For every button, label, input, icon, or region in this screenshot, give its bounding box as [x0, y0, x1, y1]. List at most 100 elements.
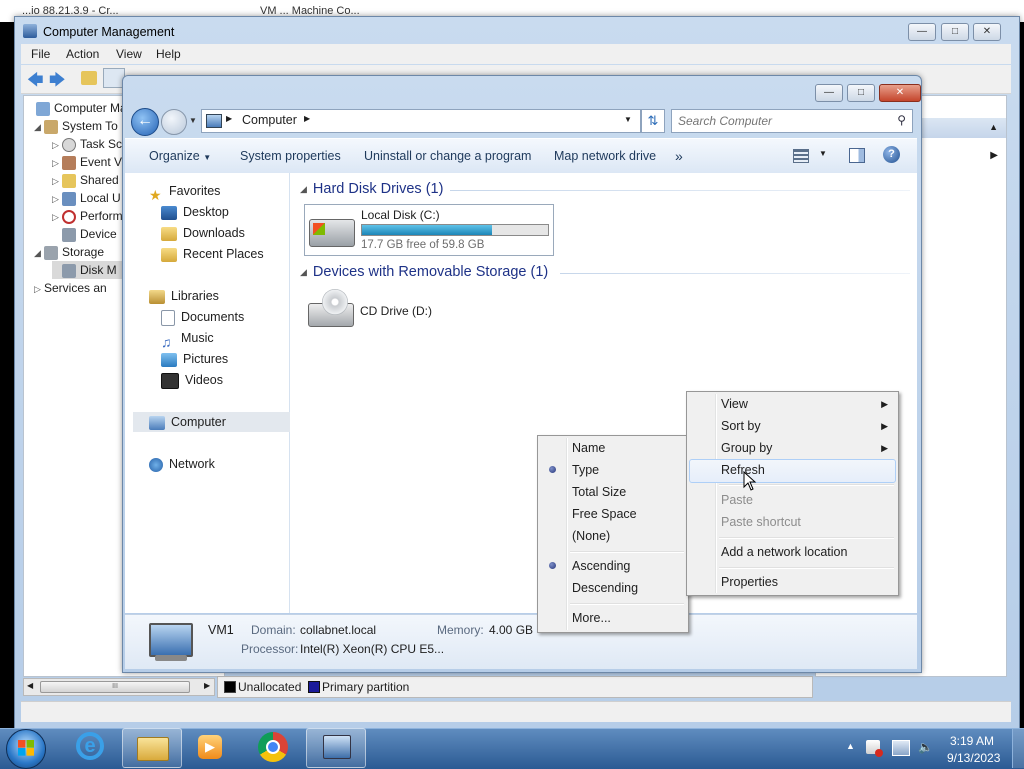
nav-pictures[interactable]: Pictures	[161, 349, 228, 369]
breadcrumb-arrow-icon[interactable]: ▶	[304, 114, 310, 123]
search-box[interactable]: ⚲	[671, 109, 913, 133]
scroll-left-icon[interactable]: ◀	[27, 681, 33, 690]
submenu-type[interactable]: Type	[540, 459, 686, 481]
collapse-triangle-icon[interactable]: ◢	[300, 267, 307, 278]
menu-group-by[interactable]: Group by ▶	[689, 437, 896, 459]
nav-computer[interactable]: Computer	[133, 412, 303, 432]
taskbar-computer-management-button[interactable]	[306, 728, 366, 768]
tree-item-local-users[interactable]: ▷ Local U	[52, 189, 121, 207]
expand-triangle-icon[interactable]: ▷	[34, 280, 44, 298]
explorer-minimize-button[interactable]: —	[815, 84, 843, 102]
tree-item-performance[interactable]: ▷ Perform	[52, 207, 123, 225]
expand-triangle-icon[interactable]: ▷	[52, 208, 62, 226]
search-input[interactable]	[676, 112, 885, 130]
submenu-ascending[interactable]: Ascending	[540, 555, 686, 577]
back-arrow-icon[interactable]: 🡄	[27, 69, 44, 96]
tree-item-task-scheduler[interactable]: ▷ Task Sc	[52, 135, 122, 153]
menu-properties[interactable]: Properties	[689, 571, 896, 593]
refresh-button[interactable]: ⇅	[641, 109, 665, 133]
nav-documents[interactable]: Documents	[161, 307, 244, 327]
uninstall-program-button[interactable]: Uninstall or change a program	[364, 139, 531, 173]
menu-add-network-location[interactable]: Add a network location	[689, 541, 896, 563]
cm-hscrollbar[interactable]: ◀ III ▶	[23, 678, 215, 696]
menu-view[interactable]: View	[116, 47, 142, 61]
taskbar-ie-button[interactable]: e	[62, 728, 120, 766]
taskbar-media-player-button[interactable]: ▶	[182, 728, 240, 766]
menu-paste-shortcut[interactable]: Paste shortcut	[689, 511, 896, 533]
nav-downloads[interactable]: Downloads	[161, 223, 245, 243]
show-hidden-icons-icon[interactable]: ▲	[846, 741, 855, 751]
cd-drive-tile[interactable]: CD Drive (D:)	[304, 287, 504, 337]
menu-refresh[interactable]: Refresh	[689, 459, 896, 483]
organize-button[interactable]: Organize ▼	[149, 139, 211, 173]
scroll-right-icon[interactable]: ▶	[204, 681, 210, 690]
submenu-total-size[interactable]: Total Size	[540, 481, 686, 503]
tree-item-services[interactable]: ▷ Services an	[34, 279, 107, 297]
local-disk-tile[interactable]: Local Disk (C:) 17.7 GB free of 59.8 GB	[304, 204, 554, 256]
breadcrumb-arrow-icon[interactable]: ▶	[226, 114, 232, 123]
submenu-free-space[interactable]: Free Space	[540, 503, 686, 525]
taskbar-chrome-button[interactable]	[244, 728, 302, 766]
tree-item-event-viewer[interactable]: ▷ Event V	[52, 153, 122, 171]
submenu-more[interactable]: More...	[540, 607, 686, 629]
search-icon[interactable]: ⚲	[897, 113, 906, 127]
group-header-hard-disks[interactable]: ◢ Hard Disk Drives (1)	[300, 181, 443, 197]
breadcrumb-computer[interactable]: Computer	[242, 113, 297, 127]
clock-date[interactable]: 9/13/2023	[947, 751, 1000, 765]
submenu-descending[interactable]: Descending	[540, 577, 686, 599]
tree-item-storage[interactable]: ◢ Storage	[34, 243, 104, 261]
tree-item-system-tools[interactable]: ◢ System To	[34, 117, 118, 135]
map-network-drive-button[interactable]: Map network drive	[554, 139, 656, 173]
show-desktop-button[interactable]	[1012, 729, 1024, 768]
cm-maximize-button[interactable]: □	[941, 23, 969, 41]
taskbar-explorer-button[interactable]	[122, 728, 182, 768]
submenu-name[interactable]: Name	[540, 437, 686, 459]
view-dropdown-icon[interactable]: ▼	[819, 149, 827, 158]
more-actions-arrow-icon[interactable]: ▶	[990, 150, 998, 161]
menu-view[interactable]: View ▶	[689, 393, 896, 415]
forward-button[interactable]	[161, 109, 187, 135]
address-dropdown-icon[interactable]: ▼	[624, 115, 632, 124]
more-commands-button[interactable]: »	[675, 139, 683, 173]
expand-triangle-icon[interactable]: ▷	[52, 154, 62, 172]
menu-sort-by[interactable]: Sort by ▶	[689, 415, 896, 437]
nav-recent-places[interactable]: Recent Places	[161, 244, 264, 264]
nav-music[interactable]: ♫ Music	[161, 328, 214, 350]
submenu-none[interactable]: (None)	[540, 525, 686, 547]
up-folder-icon[interactable]	[81, 71, 97, 85]
nav-favorites[interactable]: ★ Favorites	[149, 181, 220, 203]
explorer-maximize-button[interactable]: □	[847, 84, 875, 102]
system-properties-button[interactable]: System properties	[240, 139, 341, 173]
group-header-removable[interactable]: ◢ Devices with Removable Storage (1)	[300, 264, 548, 280]
preview-pane-icon[interactable]	[849, 148, 865, 163]
nav-videos[interactable]: Videos	[161, 370, 223, 390]
collapse-up-icon[interactable]: ▲	[989, 122, 998, 132]
forward-arrow-icon[interactable]: 🡆	[49, 69, 66, 96]
collapse-triangle-icon[interactable]: ◢	[34, 244, 44, 262]
address-bar[interactable]: ▶ Computer ▶ ▼	[201, 109, 641, 133]
tree-item-shared-folders[interactable]: ▷ Shared	[52, 171, 119, 189]
expand-triangle-icon[interactable]: ▷	[52, 172, 62, 190]
expand-triangle-icon[interactable]: ▷	[52, 136, 62, 154]
nav-network[interactable]: Network	[149, 454, 215, 474]
menu-paste[interactable]: Paste	[689, 489, 896, 511]
cm-minimize-button[interactable]: —	[908, 23, 936, 41]
cm-close-button[interactable]: ✕	[973, 23, 1001, 41]
volume-muted-icon[interactable]: 🔈	[918, 740, 933, 754]
change-view-icon[interactable]	[793, 149, 809, 163]
recent-pages-dropdown-icon[interactable]: ▼	[189, 116, 197, 125]
back-button[interactable]: ←	[131, 108, 159, 136]
collapse-triangle-icon[interactable]: ◢	[34, 118, 44, 136]
menu-action[interactable]: Action	[66, 47, 99, 61]
explorer-close-button[interactable]: ✕	[879, 84, 921, 102]
nav-libraries[interactable]: Libraries	[149, 286, 219, 306]
network-tray-icon[interactable]	[892, 740, 910, 756]
help-icon[interactable]: ?	[883, 146, 900, 163]
nav-desktop[interactable]: Desktop	[161, 202, 229, 222]
action-center-flag-icon[interactable]	[866, 740, 883, 757]
scroll-thumb[interactable]: III	[40, 681, 190, 693]
tree-item-device-manager[interactable]: Device	[52, 225, 117, 243]
start-button[interactable]	[6, 729, 46, 769]
clock-time[interactable]: 3:19 AM	[950, 734, 994, 748]
collapse-triangle-icon[interactable]: ◢	[300, 184, 307, 195]
